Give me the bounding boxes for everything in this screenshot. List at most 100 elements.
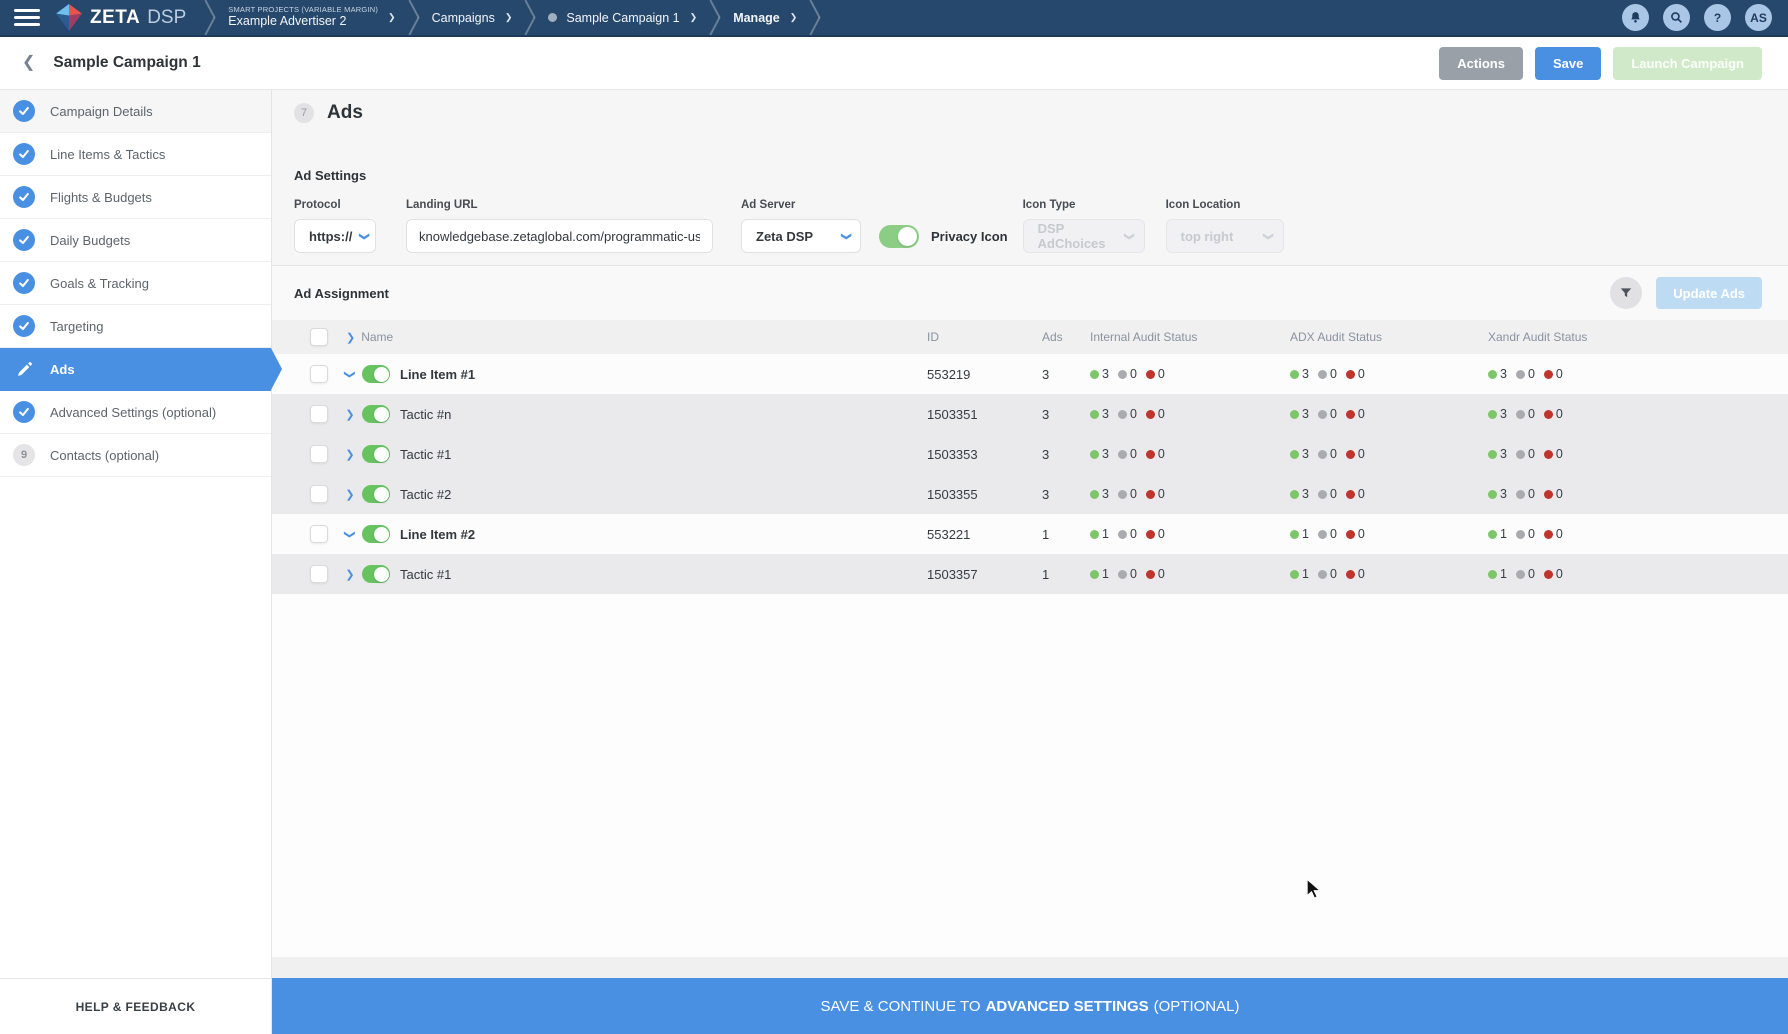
row-checkbox[interactable] xyxy=(310,365,328,383)
row-checkbox[interactable] xyxy=(310,525,328,543)
status-dot-icon xyxy=(1317,529,1327,539)
zeta-dsp-logo[interactable]: ZETA DSP xyxy=(56,3,186,32)
sidebar-item-targeting[interactable]: Targeting xyxy=(0,305,271,348)
actions-button[interactable]: Actions xyxy=(1439,46,1523,80)
protocol-select[interactable]: https:// ❯ xyxy=(294,219,376,253)
row-checkbox[interactable] xyxy=(310,565,328,583)
row-enabled-toggle[interactable] xyxy=(362,485,390,503)
update-ads-button[interactable]: Update Ads xyxy=(1656,277,1762,309)
back-chevron-icon[interactable]: ❮ xyxy=(22,55,35,71)
row-ads-count: 3 xyxy=(1042,366,1050,382)
audit-status-cell: 300 xyxy=(1290,487,1488,501)
column-header-internal-audit[interactable]: Internal Audit Status xyxy=(1090,330,1290,344)
chevron-right-icon[interactable]: ❯ xyxy=(790,12,798,23)
row-checkbox[interactable] xyxy=(310,445,328,463)
sidebar-item-ads[interactable]: Ads xyxy=(0,348,282,391)
icon-location-value: top right xyxy=(1180,228,1234,244)
sidebar-item-flights-budgets[interactable]: Flights & Budgets xyxy=(0,176,271,219)
sidebar-item-label: Campaign Details xyxy=(50,103,153,119)
status-dot-icon xyxy=(1317,449,1327,459)
column-header-adx-audit[interactable]: ADX Audit Status xyxy=(1290,330,1488,344)
save-button[interactable]: Save xyxy=(1534,46,1602,80)
cta-prefix: SAVE & CONTINUE TO xyxy=(820,997,981,1015)
row-name: Line Item #1 xyxy=(400,366,476,382)
table-row: ❯ Tactic #n 1503351 3 3 0 0 3 0 0 3 0 0 xyxy=(272,394,1788,434)
column-header-ads[interactable]: Ads xyxy=(1042,330,1090,344)
status-dot-icon xyxy=(1543,489,1553,499)
select-all-checkbox[interactable] xyxy=(310,328,328,346)
icon-type-select: DSP AdChoices ❯ xyxy=(1022,219,1145,253)
chevron-right-icon[interactable]: ❯ xyxy=(344,408,356,421)
help-button[interactable]: ? xyxy=(1704,4,1731,31)
landing-url-input[interactable] xyxy=(406,219,713,253)
row-id: 553221 xyxy=(927,526,971,542)
breadcrumb-advertiser[interactable]: SMART PROJECTS (VARIABLE MARGIN) Example… xyxy=(218,0,405,35)
sidebar-item-line-items-tactics[interactable]: Line Items & Tactics xyxy=(0,133,271,176)
status-dot-icon xyxy=(1145,369,1155,379)
hamburger-menu-icon[interactable] xyxy=(14,9,40,26)
sidebar-item-label: Daily Budgets xyxy=(50,232,131,248)
ad-server-select[interactable]: Zeta DSP ❯ xyxy=(741,219,861,253)
status-dot-icon xyxy=(1345,569,1355,579)
sidebar-item-advanced-settings-optional[interactable]: Advanced Settings (optional) xyxy=(0,391,271,434)
chevron-down-icon[interactable]: ❯ xyxy=(344,528,357,540)
audit-status-cell: 100 xyxy=(1488,567,1788,581)
chevron-right-icon[interactable]: ❯ xyxy=(346,331,355,344)
protocol-value: https:// xyxy=(309,228,353,244)
column-header-xandr-audit[interactable]: Xandr Audit Status xyxy=(1488,330,1788,344)
save-continue-button[interactable]: SAVE & CONTINUE TO ADVANCED SETTINGS (OP… xyxy=(272,978,1788,1034)
table-row: ❯ Line Item #1 553219 3 3 0 0 3 0 0 3 0 0 xyxy=(272,354,1788,394)
sidebar-item-campaign-details[interactable]: Campaign Details xyxy=(0,90,271,133)
avatar[interactable]: AS xyxy=(1745,4,1772,31)
breadcrumb-label: Campaigns xyxy=(431,10,495,25)
row-enabled-toggle[interactable] xyxy=(362,405,390,423)
chevron-right-icon[interactable]: ❯ xyxy=(505,12,513,23)
column-header-id[interactable]: ID xyxy=(927,330,1042,344)
row-enabled-toggle[interactable] xyxy=(362,365,390,383)
filter-button[interactable] xyxy=(1610,277,1643,309)
step-number-badge: 7 xyxy=(294,103,314,123)
row-enabled-toggle[interactable] xyxy=(362,525,390,543)
column-header-name[interactable]: Name xyxy=(361,330,393,344)
breadcrumb-label: Manage xyxy=(733,10,780,25)
audit-status-cell: 300 xyxy=(1090,487,1290,501)
chevron-down-icon[interactable]: ❯ xyxy=(344,368,357,380)
status-dot-icon xyxy=(1345,409,1355,419)
row-checkbox[interactable] xyxy=(310,405,328,423)
sidebar-item-goals-tracking[interactable]: Goals & Tracking xyxy=(0,262,271,305)
breadcrumb-separator xyxy=(707,0,723,35)
breadcrumb-campaigns[interactable]: Campaigns ❯ xyxy=(422,0,523,35)
row-checkbox[interactable] xyxy=(310,485,328,503)
sidebar-item-daily-budgets[interactable]: Daily Budgets xyxy=(0,219,271,262)
chevron-right-icon[interactable]: ❯ xyxy=(344,448,356,461)
row-name: Tactic #1 xyxy=(400,566,452,582)
chevron-right-icon[interactable]: ❯ xyxy=(344,568,356,581)
status-dot-icon xyxy=(1090,569,1099,579)
notifications-button[interactable] xyxy=(1622,4,1649,31)
status-dot-icon xyxy=(1290,489,1299,499)
chevron-right-icon[interactable]: ❯ xyxy=(344,488,356,501)
chevron-right-icon[interactable]: ❯ xyxy=(690,12,698,23)
help-feedback-button[interactable]: HELP & FEEDBACK xyxy=(0,978,272,1034)
row-id: 1503353 xyxy=(927,446,978,462)
row-enabled-toggle[interactable] xyxy=(362,445,390,463)
sidebar-item-contacts-optional[interactable]: 9 Contacts (optional) xyxy=(0,434,271,477)
search-button[interactable] xyxy=(1663,4,1690,31)
main-panel: 7 Ads Ad Settings Protocol https:// ❯ La… xyxy=(272,90,1788,957)
breadcrumb-manage[interactable]: Manage ❯ xyxy=(723,0,807,35)
audit-status-cell: 300 xyxy=(1090,447,1290,461)
breadcrumb-campaign[interactable]: Sample Campaign 1 ❯ xyxy=(538,0,707,35)
audit-status-cell: 100 xyxy=(1290,527,1488,541)
privacy-icon-toggle[interactable] xyxy=(879,225,919,248)
chevron-down-icon: ❯ xyxy=(1123,231,1135,241)
status-dot-icon xyxy=(1117,489,1127,499)
zeta-diamond-icon xyxy=(56,3,82,31)
pencil-icon xyxy=(13,358,35,380)
top-nav: ZETA DSP SMART PROJECTS (VARIABLE MARGIN… xyxy=(0,0,1788,37)
chevron-right-icon[interactable]: ❯ xyxy=(388,12,396,23)
row-enabled-toggle[interactable] xyxy=(362,565,390,583)
footer: HELP & FEEDBACK SAVE & CONTINUE TO ADVAN… xyxy=(0,978,1788,1034)
ad-table-header: ❯ Name ID Ads Internal Audit Status ADX … xyxy=(272,320,1788,354)
launch-campaign-button[interactable]: Launch Campaign xyxy=(1613,46,1762,80)
